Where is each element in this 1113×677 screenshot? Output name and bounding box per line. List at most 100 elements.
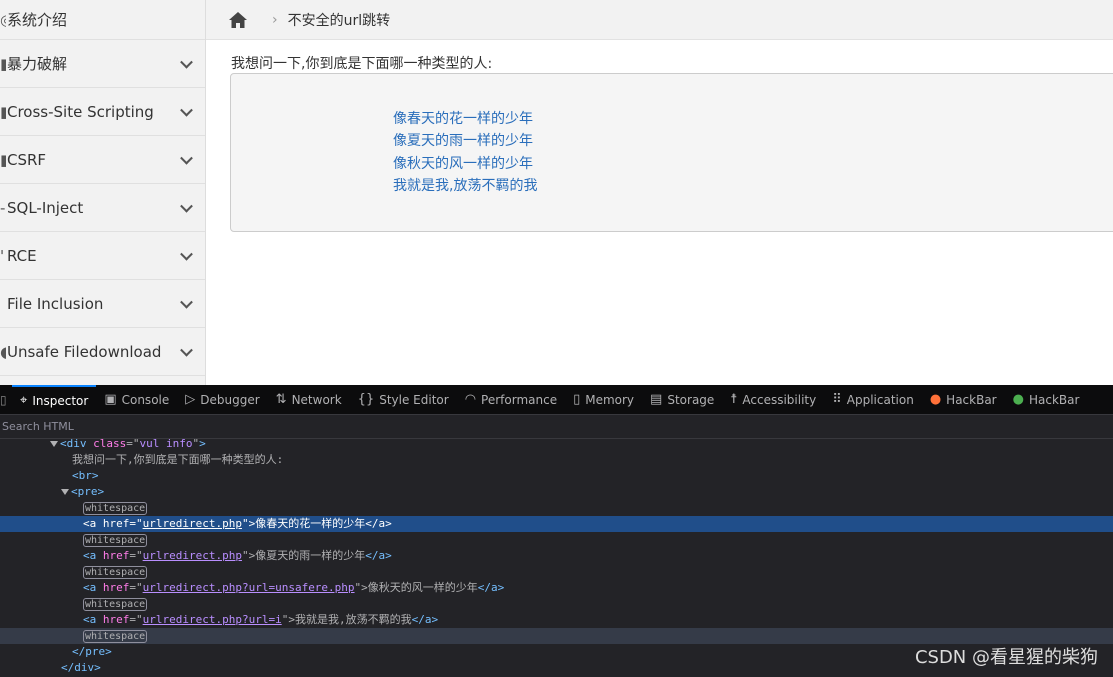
debugger-icon: ▷ — [185, 392, 196, 407]
tab-label: HackBar — [946, 392, 997, 407]
anchor-text: 像秋天的风一样的少年 — [367, 581, 478, 594]
tab-label: Storage — [667, 392, 715, 407]
chevron-down-icon — [180, 55, 193, 69]
chevron-down-icon — [180, 295, 193, 309]
home-icon[interactable] — [228, 11, 248, 29]
tab-label: Memory — [585, 392, 635, 407]
breadcrumb: › 不安全的url跳转 — [206, 0, 1113, 40]
breadcrumb-separator: › — [272, 11, 278, 28]
href-link[interactable]: urlredirect.php?url=i — [143, 613, 282, 626]
question-text: 我想问一下,你到底是下面哪一种类型的人: — [231, 56, 493, 72]
tree-node-anchor[interactable]: <a href="urlredirect.php">像夏天的雨一样的少年</a> — [0, 548, 1113, 564]
tree-node-anchor[interactable]: <a href="urlredirect.php?url=i">我就是我,放荡不… — [0, 612, 1113, 628]
href-link[interactable]: urlredirect.php — [143, 517, 242, 530]
href-link[interactable]: urlredirect.php — [143, 549, 242, 562]
chevron-down-icon — [180, 247, 193, 261]
tab-application[interactable]: ⠿ Application — [824, 385, 922, 415]
answer-box: 像春天的花一样的少年 像夏天的雨一样的少年 像秋天的风一样的少年 我就是我,放荡… — [230, 73, 1113, 232]
tab-style-editor[interactable]: {} Style Editor — [350, 385, 457, 415]
tree-node-pre[interactable]: <pre> — [0, 484, 1113, 500]
answer-link[interactable]: 我就是我,放荡不羁的我 — [393, 175, 537, 195]
sidebar-item-label: RCE — [7, 246, 37, 265]
tag-name: div — [66, 437, 87, 450]
accessibility-icon: ☨ — [730, 392, 738, 407]
tree-node-anchor[interactable]: <a href="urlredirect.php">像春天的花一样的少年</a> — [0, 516, 1113, 532]
download-icon: ● — [0, 343, 6, 361]
grid-icon: ⠿ — [832, 392, 842, 407]
tab-debugger[interactable]: ▷ Debugger — [177, 385, 267, 415]
tab-hackbar-2[interactable]: ● HackBar — [1005, 385, 1088, 415]
gauge-icon: ◠ — [464, 392, 477, 407]
expand-triangle-icon[interactable] — [50, 441, 58, 447]
sidebar-item-label: 系统介绍 — [7, 11, 68, 29]
anchor-text: 像夏天的雨一样的少年 — [255, 549, 366, 562]
console-icon: ▣ — [104, 392, 117, 407]
anchor-text: 像春天的花一样的少年 — [255, 517, 366, 530]
sidebar-item-sqli[interactable]: - SQL-Inject — [0, 184, 205, 232]
sidebar-item-unsafe-download[interactable]: ●Unsafe Filedownload — [0, 328, 205, 376]
whitespace-badge: whitespace — [83, 598, 148, 611]
tree-node-div[interactable]: <div class="vul info"> — [0, 436, 1113, 452]
tag-name: pre — [77, 485, 98, 498]
sidebar: ◎系统介绍 ■暴力破解 ■Cross-Site Scripting ■CSRF … — [0, 0, 206, 385]
tab-label: Style Editor — [379, 392, 449, 407]
tab-storage[interactable]: ▤ Storage — [642, 385, 722, 415]
sidebar-item-bruteforce[interactable]: ■暴力破解 — [0, 40, 205, 88]
database-icon: - — [0, 198, 6, 217]
devtools-panel: ▯ ⌖ Inspector ▣ Console ▷ Debugger ⇅ Network… — [0, 384, 1113, 677]
tab-label: Application — [846, 392, 914, 407]
answer-link[interactable]: 像秋天的风一样的少年 — [393, 153, 533, 173]
tab-label: Inspector — [32, 393, 89, 408]
tab-accessibility[interactable]: ☨ Accessibility — [722, 385, 824, 415]
braces-icon: {} — [357, 392, 375, 407]
expand-triangle-icon[interactable] — [61, 489, 69, 495]
sidebar-item-rce[interactable]: ' RCE — [0, 232, 205, 280]
devtools-toolbar: ▯ ⌖ Inspector ▣ Console ▷ Debugger ⇅ Network… — [0, 384, 1113, 415]
tab-label: Debugger — [200, 392, 260, 407]
hackbar-icon: ● — [1012, 392, 1024, 407]
sidebar-item-label: 暴力破解 — [7, 55, 68, 73]
code-icon: ■ — [0, 103, 6, 121]
sidebar-item-label: CSRF — [7, 150, 47, 169]
whitespace-node[interactable]: whitespace — [0, 596, 1113, 612]
sidebar-item-csrf[interactable]: ■CSRF — [0, 136, 205, 184]
whitespace-badge: whitespace — [83, 566, 148, 579]
tab-label: HackBar — [1028, 392, 1080, 407]
href-link[interactable]: urlredirect.php?url=unsafere.php — [143, 581, 355, 594]
sidebar-item-xss[interactable]: ■Cross-Site Scripting — [0, 88, 205, 136]
chevron-down-icon — [180, 151, 193, 165]
sidebar-item-file-inclusion[interactable]: File Inclusion — [0, 280, 205, 328]
answer-link[interactable]: 像夏天的雨一样的少年 — [393, 130, 533, 150]
whitespace-node[interactable]: whitespace — [0, 628, 1113, 644]
sidebar-item-label: Unsafe Filedownload — [7, 342, 162, 361]
chevron-down-icon — [180, 103, 193, 117]
storage-icon: ▤ — [650, 392, 663, 407]
tab-memory[interactable]: ▯ Memory — [565, 385, 642, 415]
sidebar-item-intro[interactable]: ◎系统介绍 — [0, 0, 205, 40]
info-icon: ◎ — [0, 11, 6, 29]
tab-network[interactable]: ⇅ Network — [268, 385, 350, 415]
firefox-icon: ● — [929, 392, 942, 407]
whitespace-node[interactable]: whitespace — [0, 532, 1113, 548]
whitespace-badge: whitespace — [83, 534, 148, 547]
tree-text-node[interactable]: 我想问一下,你到底是下面哪一种类型的人: — [0, 452, 1113, 468]
whitespace-node[interactable]: whitespace — [0, 564, 1113, 580]
tab-performance[interactable]: ◠ Performance — [457, 385, 565, 415]
attr-name: class — [93, 437, 127, 450]
tree-node-anchor[interactable]: <a href="urlredirect.php?url=unsafere.ph… — [0, 580, 1113, 596]
tab-inspector[interactable]: ⌖ Inspector — [12, 384, 97, 415]
tree-node-br[interactable]: <br> — [0, 468, 1113, 484]
chip-icon: ▯ — [573, 392, 581, 407]
tab-console[interactable]: ▣ Console — [96, 385, 177, 415]
whitespace-node[interactable]: whitespace — [0, 500, 1113, 516]
answer-link[interactable]: 像春天的花一样的少年 — [393, 108, 533, 128]
sidebar-item-label: SQL-Inject — [7, 198, 84, 217]
tab-hackbar-1[interactable]: ● HackBar — [922, 385, 1005, 415]
whitespace-badge: whitespace — [83, 502, 148, 515]
pick-element-icon[interactable]: ▯ — [0, 393, 12, 407]
tag-name: pre — [85, 645, 106, 658]
key-icon: ■ — [0, 55, 6, 73]
tab-label: Network — [291, 392, 342, 407]
tab-label: Console — [121, 392, 170, 407]
attr-value: vul info — [139, 437, 193, 450]
